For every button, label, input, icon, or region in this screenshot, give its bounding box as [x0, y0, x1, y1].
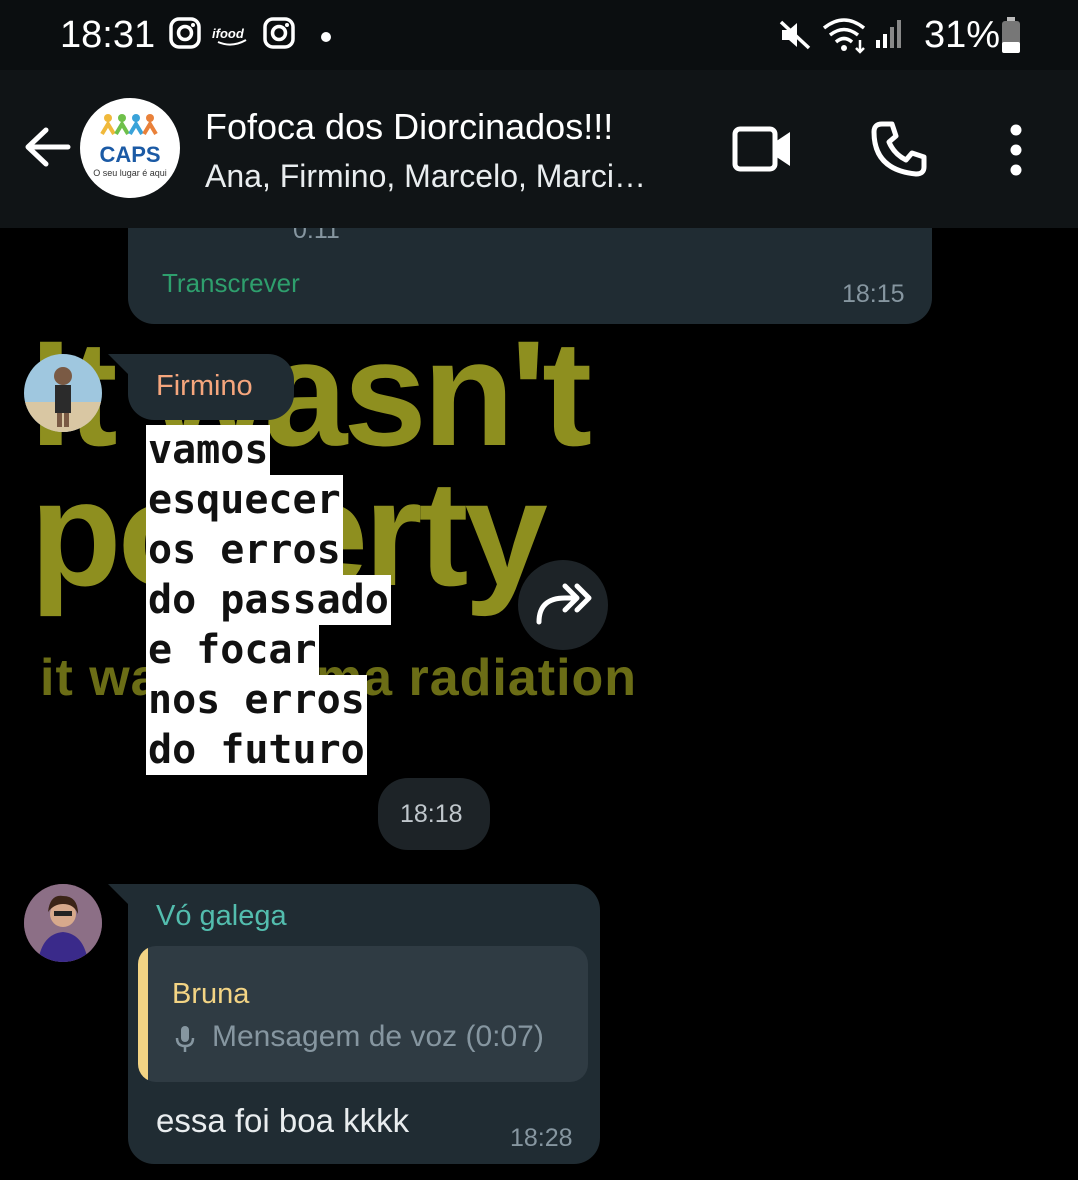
battery-percentage: 31% [923, 14, 1000, 56]
bubble-tail [108, 884, 130, 906]
message-text: essa foi boa kkkk [156, 1102, 410, 1139]
message-time: 18:18 [400, 800, 463, 828]
sender-name-bubble: Firmino [128, 354, 294, 420]
dot-icon [320, 30, 332, 48]
more-vert-icon[interactable] [1006, 124, 1026, 181]
forward-icon [536, 583, 592, 625]
wifi-icon [822, 16, 870, 59]
transcribe-button[interactable]: Transcrever [162, 268, 300, 299]
signal-icon [874, 18, 904, 55]
forward-button[interactable] [518, 560, 608, 650]
quote-line: do futuro [146, 725, 367, 775]
microphone-icon [174, 1024, 196, 1059]
chat-area[interactable]: 0:11 Transcrever 18:15 It wasn't poverty… [0, 228, 1078, 1180]
quoted-text: Mensagem de voz (0:07) [212, 1020, 544, 1053]
back-arrow-icon[interactable] [22, 122, 72, 177]
avatar-firmino[interactable] [24, 354, 102, 432]
avatar-subtext: O seu lugar é aqui [93, 168, 167, 178]
sender-name: Firmino [156, 370, 253, 402]
instagram-icon [262, 16, 296, 55]
sticker-time-pill: 18:18 [378, 778, 490, 850]
group-members[interactable]: Ana, Firmino, Marcelo, Marci… [205, 158, 675, 195]
bubble-tail [108, 354, 130, 376]
chat-header: CAPS O seu lugar é aqui Fofoca dos Diorc… [0, 70, 1078, 228]
message-time: 18:28 [510, 1124, 573, 1152]
message-time: 18:15 [842, 280, 905, 308]
phone-icon[interactable] [870, 120, 928, 183]
mute-icon [778, 18, 812, 57]
sticker-quote: vamos esquecer os erros do passado e foc… [146, 425, 391, 775]
quote-line: vamos [146, 425, 271, 475]
avatar-caps-text: CAPS [99, 142, 161, 167]
quoted-author: Bruna [172, 978, 250, 1010]
video-call-icon[interactable] [732, 124, 794, 179]
quote-line: do passado [146, 575, 391, 625]
battery-icon [1000, 16, 1022, 59]
quoted-message[interactable]: Bruna Mensagem de voz (0:07) [138, 946, 588, 1082]
quote-line: os erros [146, 525, 343, 575]
quote-line: nos erros [146, 675, 367, 725]
voice-duration: 0:11 [293, 228, 340, 244]
people-logo-icon [100, 114, 158, 136]
quote-line: e focar [146, 625, 319, 675]
group-title[interactable]: Fofoca dos Diorcinados!!! [205, 106, 613, 148]
quote-line: esquecer [146, 475, 343, 525]
quote-bar [138, 946, 148, 1082]
avatar-vo-galega[interactable] [24, 884, 102, 962]
status-bar: 18:31 ifood 31% [0, 0, 1078, 70]
instagram-icon [168, 16, 202, 55]
svg-text:ifood: ifood [212, 26, 245, 41]
sender-name: Vó galega [156, 900, 287, 932]
ifood-icon: ifood [212, 24, 252, 51]
reply-message-bubble[interactable]: Vó galega Bruna Mensagem de voz (0:07) e… [128, 884, 600, 1164]
group-avatar[interactable]: CAPS O seu lugar é aqui [80, 98, 180, 198]
status-time: 18:31 [60, 14, 156, 56]
